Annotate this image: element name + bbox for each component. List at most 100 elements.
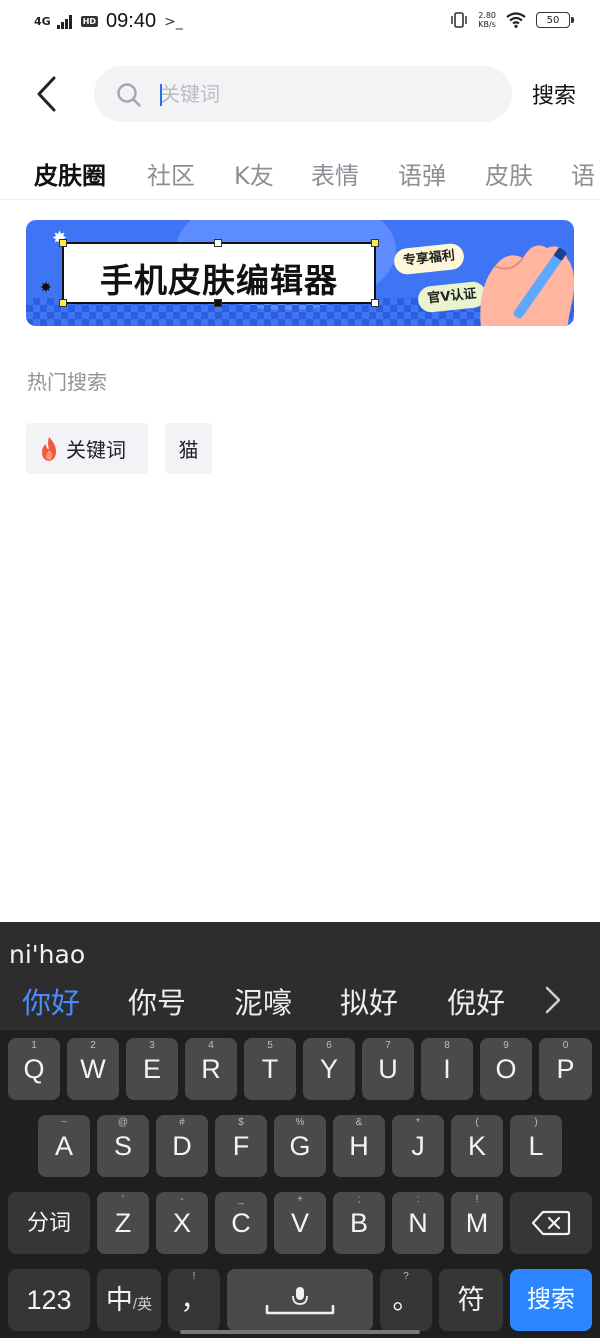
- key-label: W: [80, 1054, 106, 1084]
- candidate-item[interactable]: 泥嚎: [234, 980, 292, 1022]
- candidate-item[interactable]: 倪好: [447, 980, 505, 1022]
- key-v[interactable]: + V: [274, 1192, 326, 1254]
- status-right: 2.80 KB/s 50: [450, 11, 574, 29]
- key-z[interactable]: ' Z: [97, 1192, 149, 1254]
- resize-handle: [371, 299, 379, 307]
- key-label: M: [465, 1208, 489, 1238]
- key-label: Q: [23, 1054, 45, 1084]
- key-hint: (: [475, 1117, 479, 1128]
- key-hint: ): [534, 1117, 538, 1128]
- key-m[interactable]: ! M: [451, 1192, 503, 1254]
- backspace-key[interactable]: [510, 1192, 592, 1254]
- hand-pencil-icon: [480, 245, 574, 326]
- key-a[interactable]: ~ A: [38, 1115, 90, 1177]
- candidate-item[interactable]: 拟好: [340, 980, 398, 1022]
- key-hint: ;: [357, 1194, 361, 1205]
- symbol-key[interactable]: 符: [439, 1269, 503, 1331]
- key-hint: $: [238, 1117, 244, 1128]
- banner-tag-exclusive: 专享福利: [392, 242, 466, 276]
- key-j[interactable]: * J: [392, 1115, 444, 1177]
- resize-handle: [214, 239, 222, 247]
- net-speed: 2.80 KB/s: [478, 11, 496, 29]
- back-button[interactable]: [30, 74, 64, 114]
- candidate-item[interactable]: 你好: [22, 980, 80, 1022]
- fire-icon: [42, 436, 56, 461]
- key-c[interactable]: _ C: [215, 1192, 267, 1254]
- comma-key[interactable]: ! ，: [168, 1269, 220, 1331]
- key-hint: ?: [403, 1271, 409, 1282]
- key-hint: 9: [503, 1040, 509, 1051]
- tab-stickers[interactable]: 表情: [311, 156, 359, 191]
- search-input[interactable]: [160, 76, 490, 112]
- key-hint: ~: [61, 1117, 67, 1128]
- key-label: Z: [114, 1208, 132, 1238]
- key-label: ，: [180, 1285, 208, 1315]
- key-label: I: [443, 1054, 451, 1084]
- key-h[interactable]: & H: [333, 1115, 385, 1177]
- key-hint: 7: [385, 1040, 391, 1051]
- key-w[interactable]: 2W: [67, 1038, 119, 1100]
- tab-voice-danmaku[interactable]: 语弹: [398, 156, 446, 191]
- tab-skin-circle[interactable]: 皮肤圈: [34, 156, 106, 191]
- key-u[interactable]: 7U: [362, 1038, 414, 1100]
- key-i[interactable]: 8I: [421, 1038, 473, 1100]
- candidate-item[interactable]: 你号: [128, 980, 186, 1022]
- space-key[interactable]: [227, 1269, 373, 1331]
- key-label: U: [378, 1054, 398, 1084]
- key-hint: ': [122, 1194, 124, 1205]
- language-switch-key[interactable]: 中/英: [97, 1269, 161, 1331]
- banner-title: 手机皮肤编辑器: [100, 261, 338, 300]
- key-hint: -: [180, 1194, 184, 1205]
- microphone-icon: [265, 1287, 335, 1315]
- hot-search-chip[interactable]: 猫: [165, 423, 212, 474]
- tab-community[interactable]: 社区: [147, 156, 195, 191]
- resize-handle: [214, 299, 222, 307]
- signal-icon: [56, 14, 72, 29]
- key-label: H: [349, 1131, 369, 1161]
- battery-indicator: 50: [536, 12, 574, 28]
- key-l[interactable]: ) L: [510, 1115, 562, 1177]
- number-key[interactable]: 123: [8, 1269, 90, 1331]
- key-g[interactable]: % G: [274, 1115, 326, 1177]
- key-x[interactable]: -X: [156, 1192, 208, 1254]
- tab-voice[interactable]: 语: [571, 156, 595, 191]
- segment-key[interactable]: 分词: [8, 1192, 90, 1254]
- key-label: P: [556, 1054, 575, 1084]
- key-k[interactable]: (K: [451, 1115, 503, 1177]
- key-y[interactable]: 6Y: [303, 1038, 355, 1100]
- tab-skins[interactable]: 皮肤: [485, 156, 533, 191]
- hot-search-title: 热门搜索: [27, 370, 107, 394]
- key-n[interactable]: :N: [392, 1192, 444, 1254]
- key-label: 。: [392, 1285, 420, 1315]
- key-o[interactable]: 9O: [480, 1038, 532, 1100]
- key-b[interactable]: ; B: [333, 1192, 385, 1254]
- vibrate-icon: [451, 12, 467, 28]
- key-d[interactable]: # D: [156, 1115, 208, 1177]
- key-q[interactable]: 1Q: [8, 1038, 60, 1100]
- key-f[interactable]: $ F: [215, 1115, 267, 1177]
- key-label: S: [113, 1131, 132, 1161]
- key-label: B: [349, 1208, 368, 1238]
- key-hint: 6: [326, 1040, 332, 1051]
- key-s[interactable]: @ S: [97, 1115, 149, 1177]
- chevron-right-icon[interactable]: [540, 980, 566, 1020]
- key-p[interactable]: 0P: [539, 1038, 592, 1100]
- key-e[interactable]: 3E: [126, 1038, 178, 1100]
- resize-handle: [59, 299, 67, 307]
- search-button[interactable]: 搜索: [532, 78, 576, 110]
- key-r[interactable]: 4R: [185, 1038, 237, 1100]
- key-hint: +: [297, 1194, 303, 1205]
- promo-banner[interactable]: ✸ ✸ 手机皮肤编辑器 专享福利 官V认证: [26, 220, 574, 326]
- key-hint: !: [475, 1194, 479, 1205]
- search-enter-key[interactable]: 搜索: [510, 1269, 592, 1331]
- tab-k-friends[interactable]: K友: [234, 156, 274, 191]
- hot-search-chip[interactable]: 关键词: [26, 423, 148, 474]
- status-time: 09:40: [106, 10, 157, 32]
- period-key[interactable]: ? 。: [380, 1269, 432, 1331]
- hot-search-chip-label: 猫: [178, 438, 199, 462]
- key-label: Y: [319, 1054, 338, 1084]
- key-hint: :: [416, 1194, 420, 1205]
- key-hint: *: [416, 1117, 420, 1128]
- key-t[interactable]: 5T: [244, 1038, 296, 1100]
- search-box[interactable]: [94, 66, 512, 122]
